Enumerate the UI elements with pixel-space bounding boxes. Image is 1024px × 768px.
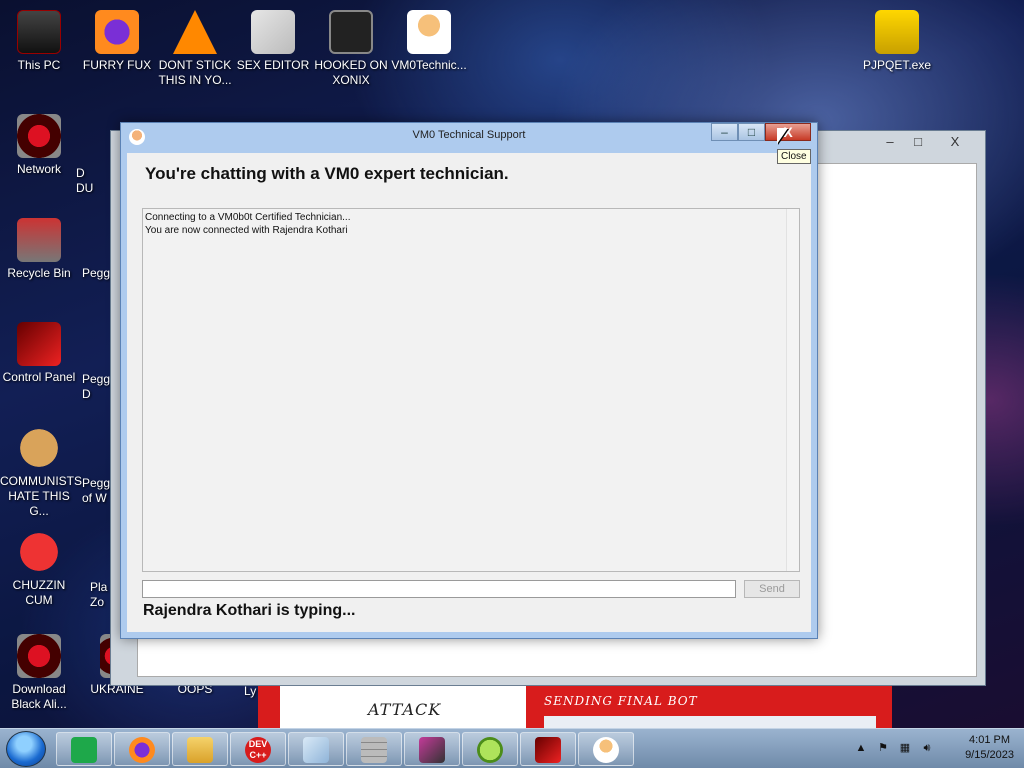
recycle-bin-icon [17, 218, 61, 262]
taskbar-file-explorer[interactable] [172, 732, 228, 766]
file-explorer-icon [187, 737, 213, 763]
dev-cpp-icon: DEV C++ [245, 737, 271, 763]
mouse-cursor-icon [777, 128, 788, 144]
send-button[interactable]: Send [744, 580, 800, 598]
lime-icon [477, 737, 503, 763]
attack-label: ATTACK [368, 700, 442, 719]
message-input[interactable] [142, 580, 736, 598]
volume-icon[interactable]: 🔊︎ [920, 741, 934, 755]
taskbar-vm0-support[interactable] [578, 732, 634, 766]
close-button[interactable]: X [765, 123, 811, 141]
start-button[interactable] [6, 731, 46, 767]
chat-scrollbar[interactable] [786, 209, 799, 571]
network-icon [17, 114, 61, 158]
taskbar: DEV C++ ▲ ⚑ ▦ 🔊︎ 4:01 PM 9/15/2023 [0, 728, 1024, 768]
attack-panel: ATTACK SENDING FINAL BOT [258, 686, 892, 730]
background-window-caption-buttons: – □ X [877, 133, 977, 151]
close-tooltip: Close [777, 149, 811, 164]
desktop-icon-recycle-bin[interactable]: Recycle Bin [0, 218, 78, 281]
chat-line: You are now connected with Rajendra Koth… [145, 225, 348, 236]
hxd-icon [251, 10, 295, 54]
desktop-icon-hooked-on-xonix[interactable]: HOOKED ON XONIX [312, 10, 390, 88]
notepad-icon [303, 737, 329, 763]
control-panel-icon [17, 322, 61, 366]
chat-log[interactable]: Connecting to a VM0b0t Certified Technic… [142, 208, 800, 572]
doctor-icon [593, 737, 619, 763]
title-bar[interactable]: VM0 Technical Support – □ X [121, 123, 817, 151]
maximize-button[interactable]: □ [905, 133, 931, 151]
notes-icon [71, 737, 97, 763]
game-icon [329, 10, 373, 54]
minimize-button[interactable]: – [711, 123, 738, 141]
vm0-support-dialog[interactable]: VM0 Technical Support – □ X You're chatt… [120, 122, 818, 639]
action-center-flag-icon[interactable]: ⚑ [876, 741, 890, 755]
clock-time: 4:01 PM [969, 734, 1011, 746]
chat-heading: You're chatting with a VM0 expert techni… [145, 164, 509, 183]
desktop-icon-chuzzin[interactable]: CHUZZIN CUM [0, 530, 78, 608]
desktop-icon-vm0technic[interactable]: VM0Technic... [390, 10, 468, 73]
chat-line: Connecting to a VM0b0t Certified Technic… [145, 212, 351, 223]
taskbar-firewall[interactable] [346, 732, 402, 766]
computer-icon [17, 10, 61, 54]
clock[interactable]: 4:01 PM 9/15/2023 [965, 733, 1014, 763]
close-button[interactable]: X [933, 133, 977, 151]
taskbar-lime[interactable] [462, 732, 518, 766]
taskbar-firefox[interactable] [114, 732, 170, 766]
taskbar-display[interactable] [404, 732, 460, 766]
caption-buttons: – □ X [711, 123, 811, 141]
doctor-icon [407, 10, 451, 54]
vlc-icon [173, 10, 217, 54]
chevron-up-icon[interactable]: ▲ [854, 741, 868, 755]
firewall-icon [361, 737, 387, 763]
money-bag-icon [17, 426, 61, 470]
taskbar-game[interactable] [520, 732, 576, 766]
minimize-button[interactable]: – [877, 133, 903, 151]
clock-date: 9/15/2023 [965, 749, 1014, 761]
chuzzle-icon [17, 530, 61, 574]
firefox-icon [95, 10, 139, 54]
system-tray: ▲ ⚑ ▦ 🔊︎ 4:01 PM 9/15/2023 [844, 729, 1024, 768]
taskbar-notes[interactable] [56, 732, 112, 766]
sending-final-bot-label: SENDING FINAL BOT [544, 694, 698, 708]
desktop-icon-this-pc[interactable]: This PC [0, 10, 78, 73]
desktop-icon-dont-stick[interactable]: DONT STICK THIS IN YO... [156, 10, 234, 88]
lock-icon [875, 10, 919, 54]
desktop-icon-communists[interactable]: COMMUNISTS HATE THIS G... [0, 426, 82, 519]
typing-status: Rajendra Kothari is typing... [143, 602, 356, 619]
maximize-button[interactable]: □ [738, 123, 765, 141]
network-tray-icon[interactable]: ▦ [898, 741, 912, 755]
desktop-icon-pjpqet[interactable]: PJPQET.exe [858, 10, 936, 73]
desktop-icon-furry-fux[interactable]: FURRY FUX [78, 10, 156, 73]
firefox-icon [129, 737, 155, 763]
dialog-client: You're chatting with a VM0 expert techni… [127, 153, 811, 632]
display-icon [419, 737, 445, 763]
desktop-icon-sex-editor[interactable]: SEX EDITOR [234, 10, 312, 73]
desktop-icon-control-panel[interactable]: Control Panel [0, 322, 78, 385]
chat-lines: Connecting to a VM0b0t Certified Technic… [143, 211, 351, 237]
desktop-icon-network[interactable]: Network [0, 114, 78, 177]
taskbar-dev-cpp[interactable]: DEV C++ [230, 732, 286, 766]
download-icon [17, 634, 61, 678]
taskbar-notepad[interactable] [288, 732, 344, 766]
game-icon [535, 737, 561, 763]
desktop-icon-download-black[interactable]: Download Black Ali... [0, 634, 78, 712]
